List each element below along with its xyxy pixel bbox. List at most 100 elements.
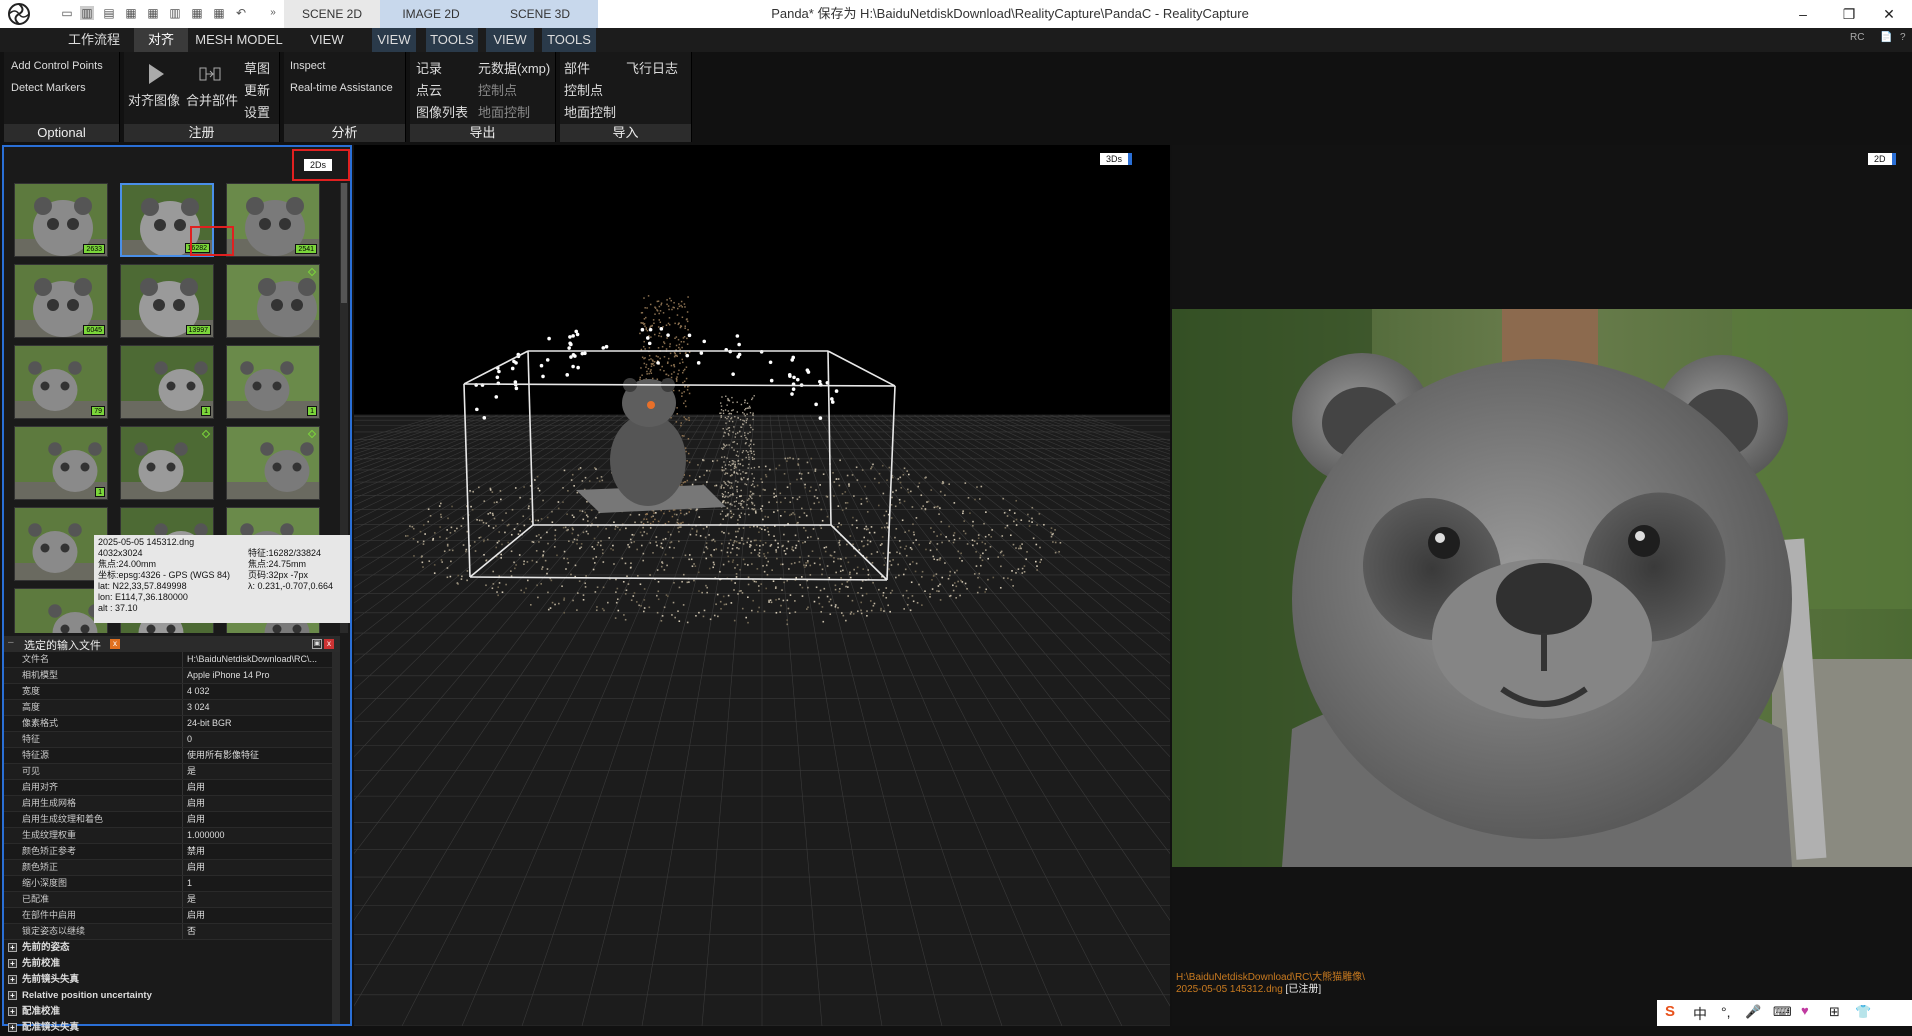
more-icon[interactable]: » (266, 6, 280, 20)
property-group[interactable]: + 先前镜头失真 (4, 972, 332, 988)
layout-quad-icon[interactable]: ▦ (146, 6, 160, 20)
tab-view-2d[interactable]: VIEW (372, 28, 416, 52)
import-controlpoints-button[interactable]: 控制点 (564, 80, 603, 99)
tab-tools-3d[interactable]: TOOLS (542, 28, 596, 52)
expand-icon[interactable]: + (8, 959, 17, 968)
property-value[interactable]: 是 (182, 764, 340, 779)
property-value[interactable]: 1.000000 (182, 828, 340, 843)
license-icon[interactable]: 📄 (1880, 32, 1892, 43)
property-value[interactable]: 24-bit BGR (182, 716, 340, 731)
property-value[interactable]: 使用所有影像特征 (182, 748, 340, 763)
property-row[interactable]: 生成纹理权重 1.000000 (4, 828, 332, 844)
tab-view[interactable]: VIEW (290, 28, 364, 52)
export-imagelist-button[interactable]: 图像列表 (416, 102, 468, 121)
property-group[interactable]: + 先前的姿态 (4, 940, 332, 956)
properties-scrollbar[interactable] (332, 652, 340, 1024)
float-icon[interactable]: ▣ (312, 639, 322, 649)
realtime-assistance-button[interactable]: Real-time Assistance (290, 82, 393, 94)
tab-mesh-model[interactable]: MESH MODEL (192, 28, 286, 52)
property-value[interactable]: 启用 (182, 780, 340, 795)
property-value[interactable]: 启用 (182, 796, 340, 811)
property-value[interactable]: 启用 (182, 860, 340, 875)
pin-icon[interactable]: x (110, 639, 120, 649)
import-groundcontrol-button[interactable]: 地面控制 (564, 102, 616, 121)
import-component-button[interactable]: 部件 (564, 58, 590, 77)
tab-tools-2d[interactable]: TOOLS (426, 28, 478, 52)
export-controlpoints-button[interactable]: 控制点 (478, 80, 517, 99)
property-row[interactable]: 已配准是 (4, 892, 332, 908)
property-value[interactable]: 禁用 (182, 844, 340, 859)
microphone-icon[interactable]: 🎤 (1745, 1004, 1761, 1020)
property-value[interactable]: Apple iPhone 14 Pro (182, 668, 340, 683)
layout-six-icon[interactable]: ▦ (190, 6, 204, 20)
property-row[interactable]: 可见是 (4, 764, 332, 780)
property-value[interactable]: 启用 (182, 908, 340, 923)
scene-3d-canvas[interactable] (354, 145, 1170, 1026)
property-value[interactable]: 0 (182, 732, 340, 747)
tab-view-3d[interactable]: VIEW (486, 28, 534, 52)
close-button[interactable]: ✕ (1866, 0, 1912, 28)
sogou-icon[interactable]: S (1665, 1003, 1675, 1020)
property-value[interactable]: 1 (182, 876, 340, 891)
expand-icon[interactable]: + (8, 991, 17, 1000)
image-thumbnail[interactable] (120, 426, 214, 500)
import-flightlog-button[interactable]: 飞行日志 (626, 58, 678, 77)
tab-alignment[interactable]: 对齐 (134, 28, 188, 52)
skin-icon[interactable]: ♥ (1801, 1003, 1809, 1018)
help-icon[interactable]: ? (1900, 32, 1906, 43)
image-thumbnail[interactable]: 2633 (14, 183, 108, 257)
image-2d-view[interactable]: 2D H:\BaiduNetdiskDownload\RC\大熊猫雕像\ 202… (1172, 145, 1912, 1026)
property-value[interactable]: 启用 (182, 812, 340, 827)
expand-icon[interactable]: + (8, 1023, 17, 1032)
tab-image-2d[interactable]: IMAGE 2D (380, 0, 482, 28)
layout-single-icon[interactable]: ▭ (60, 6, 74, 20)
image-thumbnail[interactable] (226, 264, 320, 338)
property-row[interactable]: 高度 3 024 (4, 700, 332, 716)
layout-grid-icon[interactable]: ▦ (124, 6, 138, 20)
keyboard-icon[interactable]: ⌨ (1773, 1004, 1792, 1020)
tab-workflow[interactable]: 工作流程 (56, 28, 132, 52)
property-value[interactable]: H:\BaiduNetdiskDownload\RC\... (182, 652, 340, 667)
view-type-badge[interactable]: 2D (1868, 153, 1896, 165)
image-thumbnail[interactable]: 1 (120, 345, 214, 419)
tab-scene-2d[interactable]: SCENE 2D (284, 0, 380, 28)
expand-icon[interactable]: + (8, 1007, 17, 1016)
property-row[interactable]: 颜色矫正 启用 (4, 860, 332, 876)
tab-scene-3d[interactable]: SCENE 3D (482, 0, 598, 28)
property-value[interactable]: 4 032 (182, 684, 340, 699)
image-thumbnail[interactable]: 79 (14, 345, 108, 419)
settings-button[interactable]: 设置 (244, 102, 270, 121)
apparel-icon[interactable]: 👕 (1855, 1004, 1871, 1020)
collapse-icon[interactable]: – (8, 637, 14, 648)
property-row[interactable]: 文件名 H:\BaiduNetdiskDownload\RC\... (4, 652, 332, 668)
scrollbar-thumb[interactable] (341, 183, 347, 303)
expand-icon[interactable]: + (8, 943, 17, 952)
layout-cols-icon[interactable]: ▥ (168, 6, 182, 20)
property-row[interactable]: 在部件中启用 启用 (4, 908, 332, 924)
property-group[interactable]: + 配准镜头失真 (4, 1020, 332, 1036)
property-row[interactable]: 缩小深度图 1 (4, 876, 332, 892)
export-log-button[interactable]: 记录 (416, 58, 442, 77)
image-thumbnail[interactable] (226, 426, 320, 500)
image-thumbnail[interactable]: 13997 (120, 264, 214, 338)
property-group[interactable]: + 配准校准 (4, 1004, 332, 1020)
expand-icon[interactable]: + (8, 975, 17, 984)
detect-markers-button[interactable]: Detect Markers (11, 82, 86, 94)
realitycapture-logo-icon[interactable] (6, 2, 32, 26)
property-row[interactable]: 相机模型 Apple iPhone 14 Pro (4, 668, 332, 684)
align-images-button[interactable]: 对齐图像 (128, 90, 180, 109)
add-control-points-button[interactable]: Add Control Points (11, 60, 103, 72)
property-row[interactable]: 颜色矫正参考 禁用 (4, 844, 332, 860)
chinese-mode-icon[interactable]: 中 (1693, 1004, 1707, 1024)
export-pointcloud-button[interactable]: 点云 (416, 80, 442, 99)
layout-split-icon[interactable]: ▥ (80, 6, 94, 20)
layout-more-icon[interactable]: ▦ (212, 6, 226, 20)
property-row[interactable]: 锁定姿态以继续否 (4, 924, 332, 940)
toolbox-icon[interactable]: ⊞ (1829, 1004, 1840, 1020)
scene-3d-view[interactable]: 3Ds (354, 145, 1170, 1026)
update-button[interactable]: 更新 (244, 80, 270, 99)
image-thumbnail[interactable]: 1 (14, 426, 108, 500)
draft-button[interactable]: 草图 (244, 58, 270, 77)
property-row[interactable]: 宽度 4 032 (4, 684, 332, 700)
property-value[interactable]: 是 (182, 892, 340, 907)
